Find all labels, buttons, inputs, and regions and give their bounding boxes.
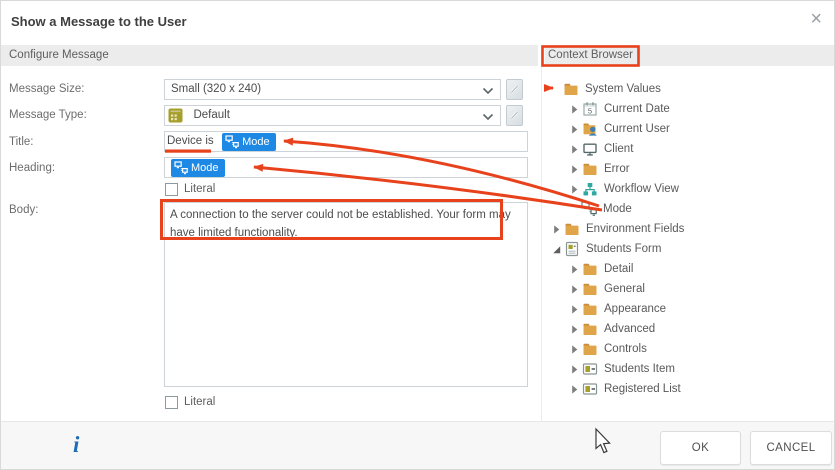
collapse-toggle-icon[interactable] xyxy=(550,243,563,256)
info-icon[interactable]: i xyxy=(73,432,79,458)
literal-label: Literal xyxy=(184,183,216,195)
mode-token-chip[interactable]: Mode xyxy=(222,133,276,151)
message-size-select[interactable]: Small (320 x 240) xyxy=(164,79,501,100)
monitor-icon xyxy=(582,141,598,157)
folder-icon xyxy=(582,261,598,277)
message-type-select[interactable]: Default xyxy=(164,105,501,126)
mode-token-chip[interactable]: Mode xyxy=(171,159,225,177)
expand-toggle-icon[interactable] xyxy=(568,263,581,276)
mode-icon xyxy=(225,135,239,149)
expand-toggle-icon[interactable] xyxy=(568,123,581,136)
close-icon[interactable]: × xyxy=(810,9,822,29)
expand-toggle-icon[interactable] xyxy=(568,143,581,156)
tree-item-appearance[interactable]: Appearance xyxy=(568,299,666,319)
title-text: Device is xyxy=(167,135,214,147)
tree-item-students-item[interactable]: Students Item xyxy=(568,359,675,379)
tree-item-mode[interactable]: Mode xyxy=(568,199,632,219)
folder-icon xyxy=(582,341,598,357)
title-label: Title: xyxy=(9,136,34,148)
tree-item-system-values[interactable]: System Values xyxy=(550,79,661,99)
message-size-label: Message Size: xyxy=(9,83,85,95)
expand-toggle-icon[interactable] xyxy=(568,183,581,196)
chevron-down-icon xyxy=(482,113,494,121)
folder-icon xyxy=(582,281,598,297)
tree-item-detail[interactable]: Detail xyxy=(568,259,633,279)
heading-label: Heading: xyxy=(9,162,56,174)
message-type-edit-button[interactable] xyxy=(506,105,523,126)
expand-toggle-icon[interactable] xyxy=(550,223,563,236)
ok-button[interactable]: OK xyxy=(660,431,741,465)
dialog-titlebar: Show a Message to the User × xyxy=(1,1,834,45)
message-type-label: Message Type: xyxy=(9,109,87,121)
tree-item-advanced[interactable]: Advanced xyxy=(568,319,655,339)
panel-divider xyxy=(541,66,542,421)
literal-checkbox-body[interactable] xyxy=(165,396,178,409)
expand-toggle-icon[interactable] xyxy=(568,283,581,296)
cancel-button[interactable]: CANCEL xyxy=(750,431,832,465)
list-item-icon xyxy=(582,361,598,377)
folder-icon xyxy=(582,321,598,337)
tree-item-controls[interactable]: Controls xyxy=(568,339,647,359)
expand-toggle-icon[interactable] xyxy=(568,383,581,396)
form-icon xyxy=(564,241,580,257)
tree-item-current-date[interactable]: Current Date xyxy=(568,99,670,119)
title-input[interactable]: Device is Mode xyxy=(164,131,528,152)
pencil-icon xyxy=(509,109,521,121)
tree-item-general[interactable]: General xyxy=(568,279,645,299)
folder-icon xyxy=(564,221,580,237)
body-textarea[interactable]: A connection to the server could not be … xyxy=(164,202,528,387)
message-type-default-icon xyxy=(168,108,183,123)
body-label: Body: xyxy=(9,204,39,216)
context-browser-header: Context Browser xyxy=(545,45,834,66)
dialog-title: Show a Message to the User xyxy=(11,14,187,29)
workflow-icon xyxy=(582,181,598,197)
configure-message-header: Configure Message xyxy=(1,45,538,66)
calendar-icon xyxy=(582,101,598,117)
mode-icon xyxy=(581,201,597,217)
literal-label: Literal xyxy=(184,396,216,408)
tree-item-client[interactable]: Client xyxy=(568,139,633,159)
tree-item-students-form[interactable]: Students Form xyxy=(550,239,661,259)
pencil-icon xyxy=(509,83,521,95)
expand-toggle-icon[interactable] xyxy=(568,103,581,116)
folder-icon xyxy=(582,301,598,317)
tree-item-registered-list[interactable]: Registered List xyxy=(568,379,681,399)
tree-item-workflow-view[interactable]: Workflow View xyxy=(568,179,679,199)
expand-toggle-icon[interactable] xyxy=(568,323,581,336)
expand-toggle-icon[interactable] xyxy=(568,303,581,316)
expand-toggle-icon[interactable] xyxy=(568,343,581,356)
mode-icon xyxy=(174,161,188,175)
literal-checkbox-heading[interactable] xyxy=(165,183,178,196)
message-size-edit-button[interactable] xyxy=(506,79,523,100)
tree-item-current-user[interactable]: Current User xyxy=(568,119,670,139)
expand-toggle-icon[interactable] xyxy=(568,363,581,376)
show-message-dialog: Show a Message to the User × Configure M… xyxy=(0,0,835,470)
list-item-icon xyxy=(582,381,598,397)
heading-input[interactable]: Mode xyxy=(164,157,528,178)
chevron-down-icon xyxy=(482,87,494,95)
folder-icon xyxy=(582,161,598,177)
tree-item-error[interactable]: Error xyxy=(568,159,630,179)
expand-toggle-icon[interactable] xyxy=(568,163,581,176)
tree-item-environment-fields[interactable]: Environment Fields xyxy=(550,219,684,239)
user-folder-icon xyxy=(582,121,598,137)
folder-icon xyxy=(563,81,579,97)
